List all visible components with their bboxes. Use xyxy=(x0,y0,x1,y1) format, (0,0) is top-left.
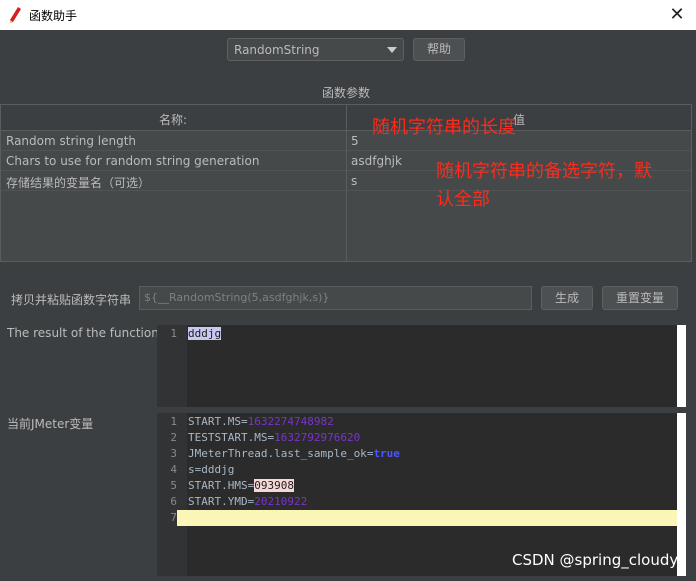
scrollbar[interactable] xyxy=(677,413,686,576)
variables-label: 当前JMeter变量 xyxy=(7,417,94,431)
line-number: 4 xyxy=(170,463,177,476)
result-label: The result of the function is xyxy=(7,326,173,340)
param-name: 存储结果的变量名（可选） xyxy=(6,176,151,190)
pencil-icon xyxy=(10,7,21,23)
editor-line: 5 START.HMS=093908 xyxy=(157,478,677,494)
var-key: START.YMD xyxy=(188,495,248,508)
editor-line: 1 START.MS=1632274748982 xyxy=(157,414,677,430)
column-header-name[interactable]: 名称: xyxy=(1,111,345,128)
line-number: 1 xyxy=(170,327,177,340)
line-number: 7 xyxy=(157,510,177,526)
copy-paste-label: 拷贝并粘贴函数字符串 xyxy=(11,293,132,307)
line-number: 6 xyxy=(170,495,177,508)
var-value: 1632792976620 xyxy=(274,431,361,444)
result-value: dddjg xyxy=(188,327,222,340)
window-title: 函数助手 xyxy=(29,9,78,23)
param-value[interactable]: 5 xyxy=(351,134,359,148)
reset-variables-button[interactable]: 重置变量 xyxy=(602,286,678,310)
param-value[interactable]: asdfghjk xyxy=(351,154,402,168)
line-number: 1 xyxy=(170,415,177,428)
editor-line: 3 JMeterThread.last_sample_ok=true xyxy=(157,446,677,462)
var-key: START.HMS xyxy=(188,479,248,492)
section-title: 函数参数 xyxy=(321,86,370,100)
var-value: 20210922 xyxy=(254,495,308,508)
column-divider xyxy=(346,105,347,261)
chars-annotation-line2: 认全部 xyxy=(436,189,490,210)
watermark: CSDN @spring_cloudy xyxy=(512,551,679,569)
generate-button[interactable]: 生成 xyxy=(541,286,593,310)
result-editor[interactable]: 1 dddjg xyxy=(157,325,686,407)
var-sep: = xyxy=(240,415,248,428)
var-value: 093908 xyxy=(254,479,294,492)
param-name: Chars to use for random string generatio… xyxy=(6,154,260,168)
scrollbar[interactable] xyxy=(677,325,686,407)
var-key: TESTSTART.MS xyxy=(188,431,268,444)
help-button[interactable]: 帮助 xyxy=(413,38,465,61)
var-key: START.MS xyxy=(188,415,241,428)
var-value: dddjg xyxy=(201,463,235,476)
editor-current-line: 7 xyxy=(157,510,677,526)
title-bar: 函数助手 ✕ xyxy=(0,0,696,30)
length-annotation: 随机字符串的长度 xyxy=(372,117,516,138)
var-value: 1632274748982 xyxy=(247,415,334,428)
var-key: s xyxy=(188,463,195,476)
close-icon[interactable]: ✕ xyxy=(664,2,690,28)
editor-line: 6 START.YMD=20210922 xyxy=(157,494,677,510)
var-value: true xyxy=(373,447,400,460)
chars-annotation-line1: 随机字符串的备选字符，默 xyxy=(436,161,652,182)
editor-line: 4 s=dddjg xyxy=(157,462,677,478)
param-value[interactable]: s xyxy=(351,174,357,188)
function-string-input[interactable]: ${__RandomString(5,asdfghjk,s)} xyxy=(139,286,532,310)
function-select[interactable]: RandomString xyxy=(227,38,404,61)
line-number: 3 xyxy=(170,447,177,460)
chevron-down-icon[interactable] xyxy=(387,47,397,53)
function-select-value: RandomString xyxy=(234,43,320,57)
editor-line: 1 dddjg xyxy=(157,326,677,342)
param-name: Random string length xyxy=(6,134,137,148)
editor-line: 2 TESTSTART.MS=1632792976620 xyxy=(157,430,677,446)
line-number: 2 xyxy=(170,431,177,444)
line-number: 5 xyxy=(170,479,177,492)
var-key: JMeterThread.last_sample_ok xyxy=(188,447,367,460)
